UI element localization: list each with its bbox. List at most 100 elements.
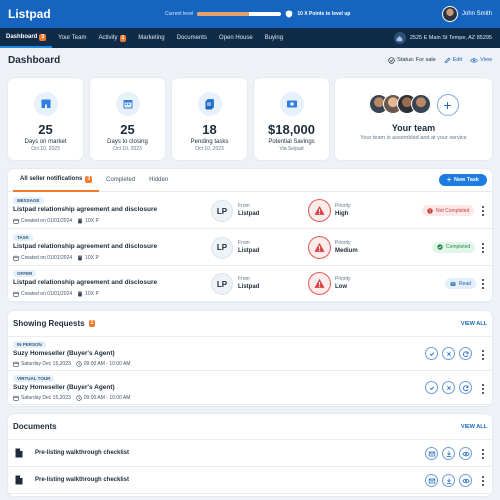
more-options-icon[interactable] — [480, 204, 486, 218]
status-badge: Read — [445, 278, 476, 289]
check-button[interactable] — [425, 347, 438, 360]
stat-label: Pending tasks — [190, 139, 229, 145]
notification-row[interactable]: TASK Listpad relationship agreement and d… — [8, 230, 492, 266]
time-text: 09:00 AM - 10:00 AM — [83, 361, 131, 367]
notification-row[interactable]: OFFER Listpad relationship agreement and … — [8, 266, 492, 302]
email-button[interactable] — [425, 447, 438, 460]
avatar[interactable] — [441, 6, 458, 22]
calendar-icon — [13, 255, 19, 261]
tab-all-seller-notifications[interactable]: All seller notifications 3 — [13, 169, 100, 192]
eye-button[interactable] — [459, 447, 472, 460]
view-button[interactable]: View — [470, 57, 492, 64]
stat-card[interactable]: 25 Days on market Oct 10, 2023 — [8, 78, 83, 160]
add-team-member-button[interactable]: + — [436, 94, 459, 116]
team-card[interactable]: + Your team Your team is assembled and a… — [335, 78, 492, 160]
house-glyph — [397, 35, 403, 41]
check-button[interactable] — [425, 381, 438, 394]
created-date: Created on 01/01/2024 — [13, 218, 72, 224]
user-name[interactable]: John Smith — [462, 11, 492, 17]
team-avatar[interactable] — [410, 94, 431, 114]
calendar-icon — [13, 291, 19, 297]
status-text: Completed — [446, 244, 471, 250]
reschedule-button[interactable] — [459, 381, 472, 394]
dot — [482, 250, 484, 253]
notification-title[interactable]: Listpad relationship agreement and discl… — [13, 279, 203, 286]
close-button[interactable] — [442, 381, 455, 394]
eye-button[interactable] — [459, 474, 472, 487]
nav-item-open-house[interactable]: Open House — [213, 28, 259, 48]
download-button[interactable] — [442, 474, 455, 487]
dot — [482, 480, 484, 482]
notification-row[interactable]: MESSAGE Listpad relationship agreement an… — [8, 193, 492, 229]
nav-item-marketing[interactable]: Marketing — [132, 28, 170, 48]
eye-icon — [461, 478, 470, 483]
view-all-link[interactable]: VIEW ALL — [461, 321, 487, 327]
showing-title[interactable]: Suzy Homeseller (Buyer's Agent) — [13, 384, 203, 391]
new-task-button[interactable]: + New Task — [438, 174, 487, 186]
dot — [482, 392, 484, 394]
more-options-icon[interactable] — [480, 382, 486, 396]
showing-actions — [425, 347, 472, 360]
status-badge[interactable]: Status: For sale — [388, 56, 436, 64]
document-title[interactable]: Pre-listing walkthrough checklist — [35, 450, 129, 456]
close-button[interactable] — [442, 347, 455, 360]
document-title[interactable]: Pre-listing walkthrough checklist — [35, 477, 129, 483]
stat-label: Days on market — [24, 139, 67, 145]
level-bar — [197, 12, 282, 16]
showing-row[interactable]: IN PERSON Suzy Homeseller (Buyer's Agent)… — [8, 337, 492, 371]
more-options-icon[interactable] — [480, 348, 486, 362]
dot — [482, 449, 484, 451]
more-options-icon[interactable] — [480, 474, 486, 488]
view-all-link[interactable]: VIEW ALL — [461, 424, 487, 430]
nav-item-your-team[interactable]: Your Team — [52, 28, 92, 48]
priority-label: Priority — [335, 239, 351, 246]
stat-card[interactable]: 25 Days to closing Oct 10, 2023 — [90, 78, 165, 160]
notification-title[interactable]: Listpad relationship agreement and discl… — [13, 206, 203, 213]
email-button[interactable] — [425, 474, 438, 487]
stat-card[interactable]: 18 Pending tasks Oct 10, 2023 — [172, 78, 247, 160]
priority-icon — [308, 272, 331, 295]
edit-button[interactable]: Edit — [444, 57, 462, 64]
document-row[interactable]: Pre-listing walkthrough checklist — [8, 440, 492, 467]
document-row[interactable]: Pre-listing walkthrough checklist — [8, 467, 492, 494]
priority-value: Low — [335, 284, 347, 290]
dot — [482, 358, 484, 360]
notification-title[interactable]: Listpad relationship agreement and discl… — [13, 243, 203, 250]
showing-row[interactable]: VIRTUAL TOUR Suzy Homeseller (Buyer's Age… — [8, 371, 492, 405]
tab-completed[interactable]: Completed — [99, 169, 142, 192]
tab-hidden[interactable]: Hidden — [142, 169, 175, 192]
nav-item-buying[interactable]: Buying — [259, 28, 289, 48]
building-icon — [78, 218, 82, 224]
check-icon — [429, 351, 434, 356]
reschedule-button[interactable] — [459, 347, 472, 360]
stat-value: 18 — [202, 122, 217, 137]
count-badge: 3 — [85, 175, 93, 183]
dot — [482, 242, 484, 245]
nav-item-documents[interactable]: Documents — [171, 28, 213, 48]
dot — [482, 476, 484, 478]
level-bar-fill — [197, 12, 250, 16]
nav-item-activity[interactable]: Activity 1 — [92, 28, 132, 48]
property-address[interactable]: 2525 E Main St Tempe, AZ 85295 — [393, 32, 492, 44]
stat-label: Days to closing — [107, 139, 148, 145]
dot — [482, 384, 484, 386]
more-options-icon[interactable] — [480, 241, 486, 255]
status-text: Status: For sale — [397, 57, 436, 63]
nav-item-dashboard[interactable]: Dashboard 3 — [0, 28, 53, 48]
from-label: From — [238, 239, 250, 246]
stat-value: 25 — [120, 122, 135, 137]
download-button[interactable] — [442, 447, 455, 460]
more-options-icon[interactable] — [480, 277, 486, 291]
stat-date: Oct 10, 2023 — [195, 146, 224, 152]
app-logo[interactable]: Listpad — [8, 7, 51, 21]
more-options-icon[interactable] — [480, 447, 486, 461]
notification-tabs: All seller notifications 3 Completed Hidden… — [8, 169, 492, 192]
stat-card[interactable]: $18,000 Potential Savings Via Selpad — [254, 78, 329, 160]
view-label: View — [480, 57, 492, 63]
sender-avatar: LP — [211, 200, 233, 222]
user-menu[interactable]: John Smith — [441, 6, 492, 22]
section-title: Documents — [13, 422, 57, 431]
showing-title[interactable]: Suzy Homeseller (Buyer's Agent) — [13, 350, 203, 357]
status-text: Not Completed — [436, 207, 470, 214]
nav-label: Activity — [98, 35, 118, 41]
